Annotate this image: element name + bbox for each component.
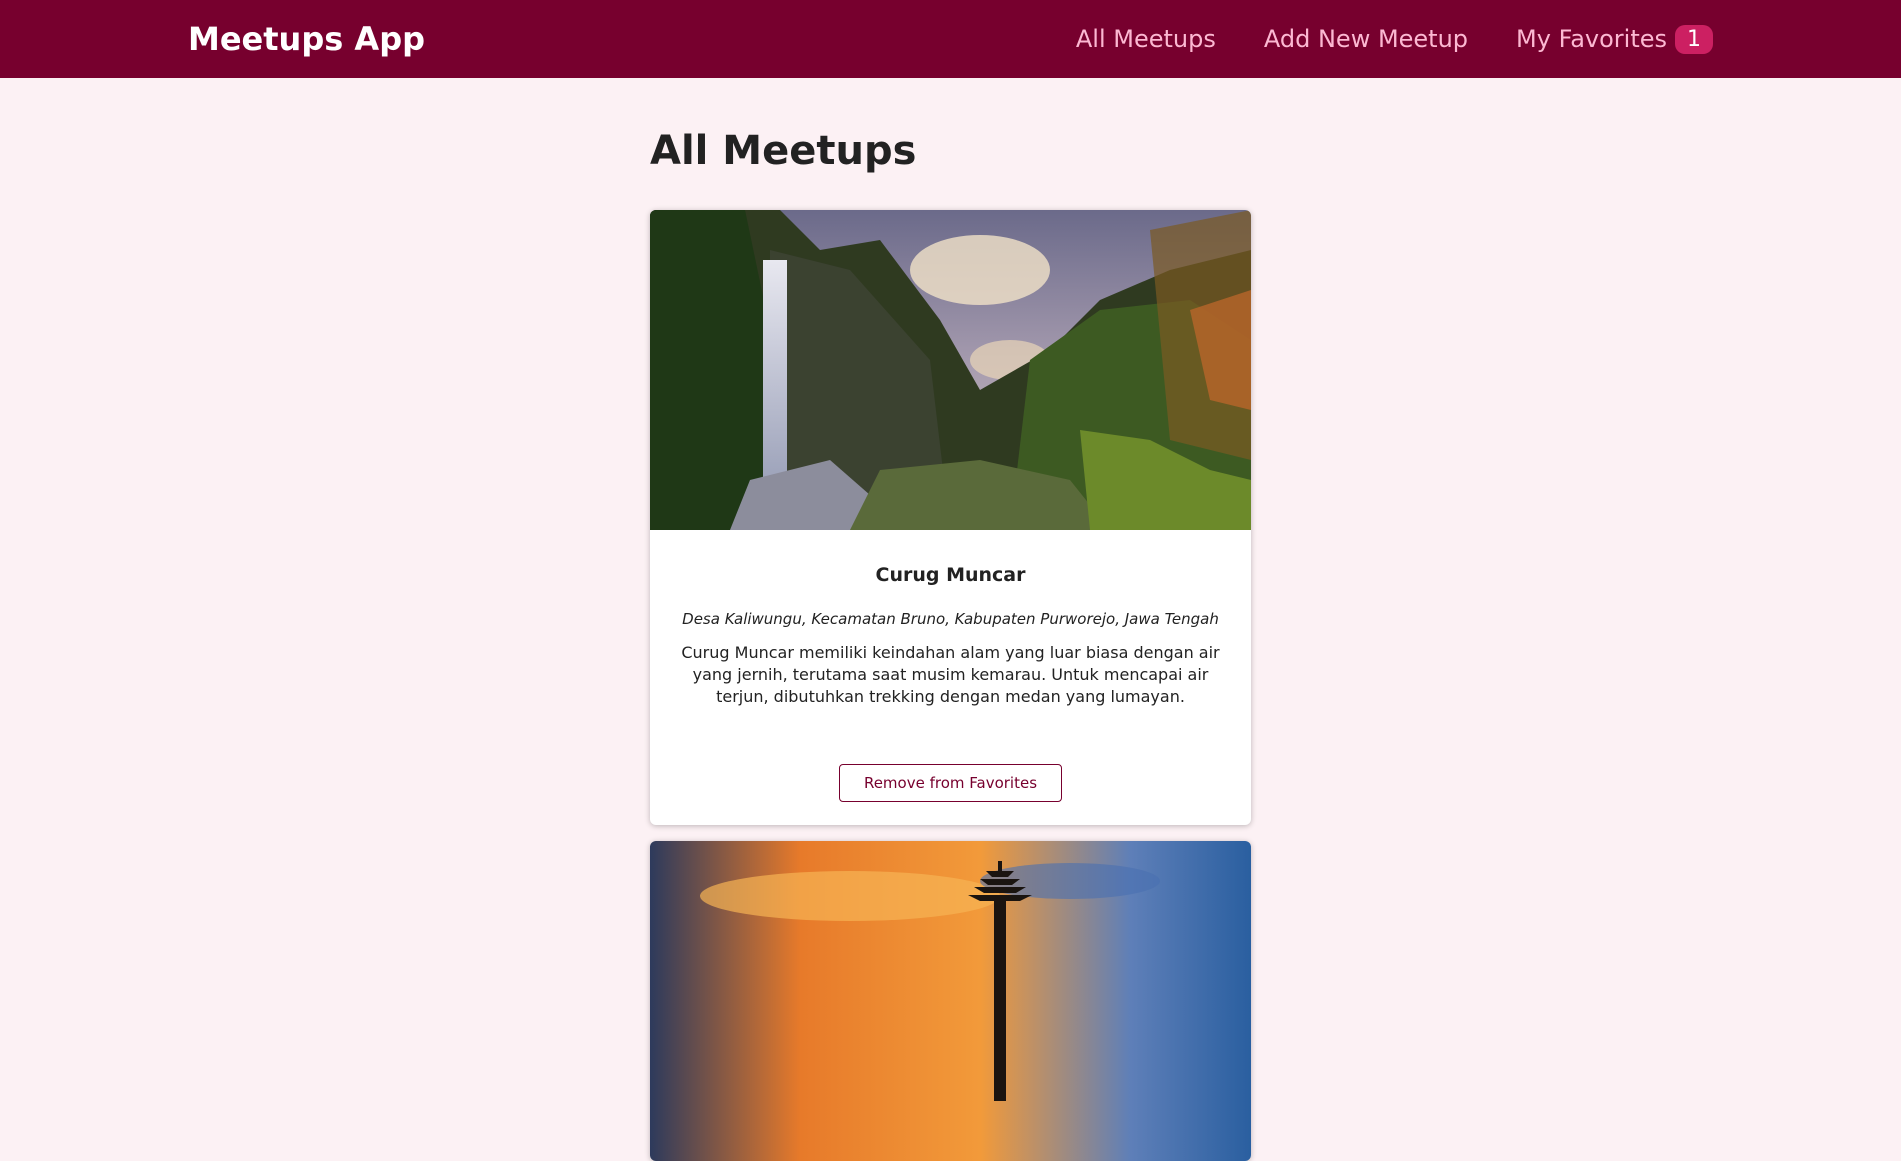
favorites-count-badge: 1 <box>1675 24 1713 54</box>
nav-my-favorites[interactable]: My Favorites 1 <box>1516 24 1713 54</box>
nav-my-favorites-label: My Favorites <box>1516 25 1667 53</box>
main-content: All Meetups Curug Muncar Desa Kaliwungu,… <box>650 78 1251 1161</box>
meetup-card <box>650 841 1251 1161</box>
nav-all-meetups-label: All Meetups <box>1075 25 1216 53</box>
meetup-card-actions: Remove from Favorites <box>650 708 1251 825</box>
nav-add-new-meetup-label: Add New Meetup <box>1263 25 1469 53</box>
remove-from-favorites-button[interactable]: Remove from Favorites <box>838 764 1063 802</box>
meetup-card-body: Curug Muncar Desa Kaliwungu, Kecamatan B… <box>650 530 1251 708</box>
temple-sunset-image <box>650 841 1251 1161</box>
nav-all-meetups[interactable]: All Meetups <box>1076 25 1216 53</box>
app-logo[interactable]: Meetups App <box>188 20 425 58</box>
meetup-title: Curug Muncar <box>875 564 1026 586</box>
page-title: All Meetups <box>650 128 917 174</box>
main-header: Meetups App All Meetups Add New Meetup M… <box>0 0 1901 78</box>
main-nav: All Meetups Add New Meetup My Favorites … <box>1028 24 1713 54</box>
waterfall-image <box>650 210 1251 530</box>
meetup-description: Curug Muncar memiliki keindahan alam yan… <box>681 643 1220 706</box>
meetup-card: Curug Muncar Desa Kaliwungu, Kecamatan B… <box>650 210 1251 825</box>
nav-add-new-meetup[interactable]: Add New Meetup <box>1264 25 1468 53</box>
meetup-address: Desa Kaliwungu, Kecamatan Bruno, Kabupat… <box>682 610 1219 628</box>
